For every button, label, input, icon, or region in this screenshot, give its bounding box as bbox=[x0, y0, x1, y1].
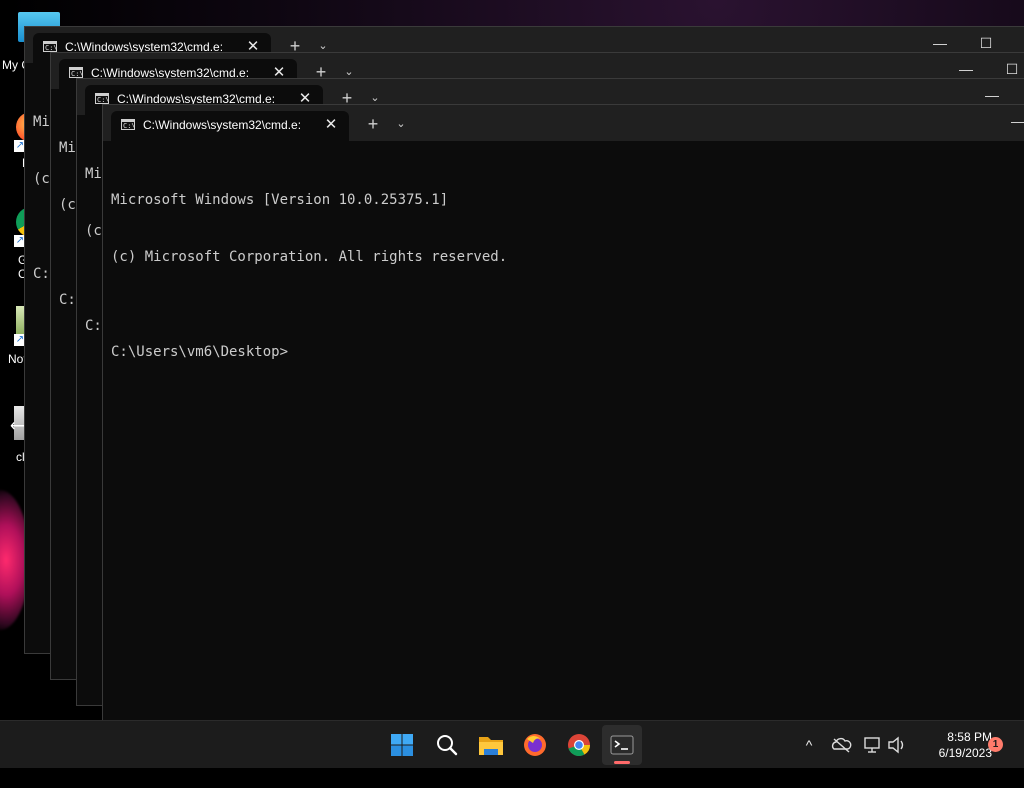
file-explorer-button[interactable] bbox=[471, 725, 511, 765]
cloud-offline-icon bbox=[831, 737, 852, 753]
terminal-window-active[interactable]: C:\ C:\Windows\system32\cmd.e: ✕ + ⌄ — M… bbox=[102, 104, 1024, 720]
cmd-icon: C:\ bbox=[95, 93, 110, 104]
tab-dropdown-button[interactable]: ⌄ bbox=[393, 116, 409, 132]
new-tab-button[interactable]: + bbox=[363, 114, 383, 134]
terminal-icon bbox=[610, 735, 634, 755]
cmd-icon: C:\ bbox=[121, 119, 136, 130]
active-app-indicator bbox=[614, 761, 630, 764]
minimize-button[interactable]: — bbox=[995, 105, 1024, 137]
network-icon bbox=[864, 737, 880, 753]
terminal-prompt: C:\Users\vm6\Desktop> bbox=[111, 344, 289, 360]
onedrive-tray-button[interactable] bbox=[830, 721, 852, 769]
cmd-icon: C:\ bbox=[43, 41, 58, 52]
notification-badge[interactable]: 1 bbox=[988, 737, 1003, 752]
title-bar[interactable]: C:\ C:\Windows\system32\cmd.e: ✕ + ⌄ — bbox=[103, 105, 1024, 141]
tab-close-button[interactable]: ✕ bbox=[321, 115, 341, 135]
windows-logo-icon bbox=[391, 734, 413, 756]
chevron-up-icon: ^ bbox=[805, 737, 813, 753]
terminal-tab-active[interactable]: C:\ C:\Windows\system32\cmd.e: ✕ bbox=[111, 111, 349, 141]
tab-title: C:\Windows\system32\cmd.e: bbox=[143, 118, 302, 132]
show-hidden-icons-button[interactable]: ^ bbox=[800, 721, 818, 769]
chrome-button[interactable] bbox=[559, 725, 599, 765]
cmd-icon: C:\ bbox=[69, 67, 84, 78]
terminal-output[interactable]: Microsoft Windows [Version 10.0.25375.1]… bbox=[111, 153, 1024, 400]
desktop: My C ↗ F ↗ G C ↗ Not ⟷ cl C:\ C:\Windows… bbox=[0, 0, 1024, 720]
taskbar: ^ 8:58 PM 6/19/2023 1 bbox=[0, 720, 1024, 768]
volume-tray-button[interactable] bbox=[886, 721, 908, 769]
speaker-icon bbox=[888, 736, 904, 754]
network-tray-button[interactable] bbox=[862, 721, 884, 769]
clock[interactable]: 8:58 PM 6/19/2023 bbox=[912, 729, 992, 761]
start-button[interactable] bbox=[382, 725, 422, 765]
clock-time: 8:58 PM bbox=[947, 730, 992, 744]
firefox-button[interactable] bbox=[515, 725, 555, 765]
terminal-line: Microsoft Windows [Version 10.0.25375.1] bbox=[111, 192, 449, 208]
search-icon bbox=[437, 735, 458, 756]
terminal-button[interactable] bbox=[602, 725, 642, 765]
chrome-icon bbox=[568, 734, 590, 757]
search-button[interactable] bbox=[427, 725, 467, 765]
firefox-icon bbox=[524, 734, 546, 756]
clock-date: 6/19/2023 bbox=[938, 746, 992, 760]
folder-icon bbox=[479, 737, 503, 755]
terminal-line: (c) Microsoft Corporation. All rights re… bbox=[111, 249, 508, 265]
